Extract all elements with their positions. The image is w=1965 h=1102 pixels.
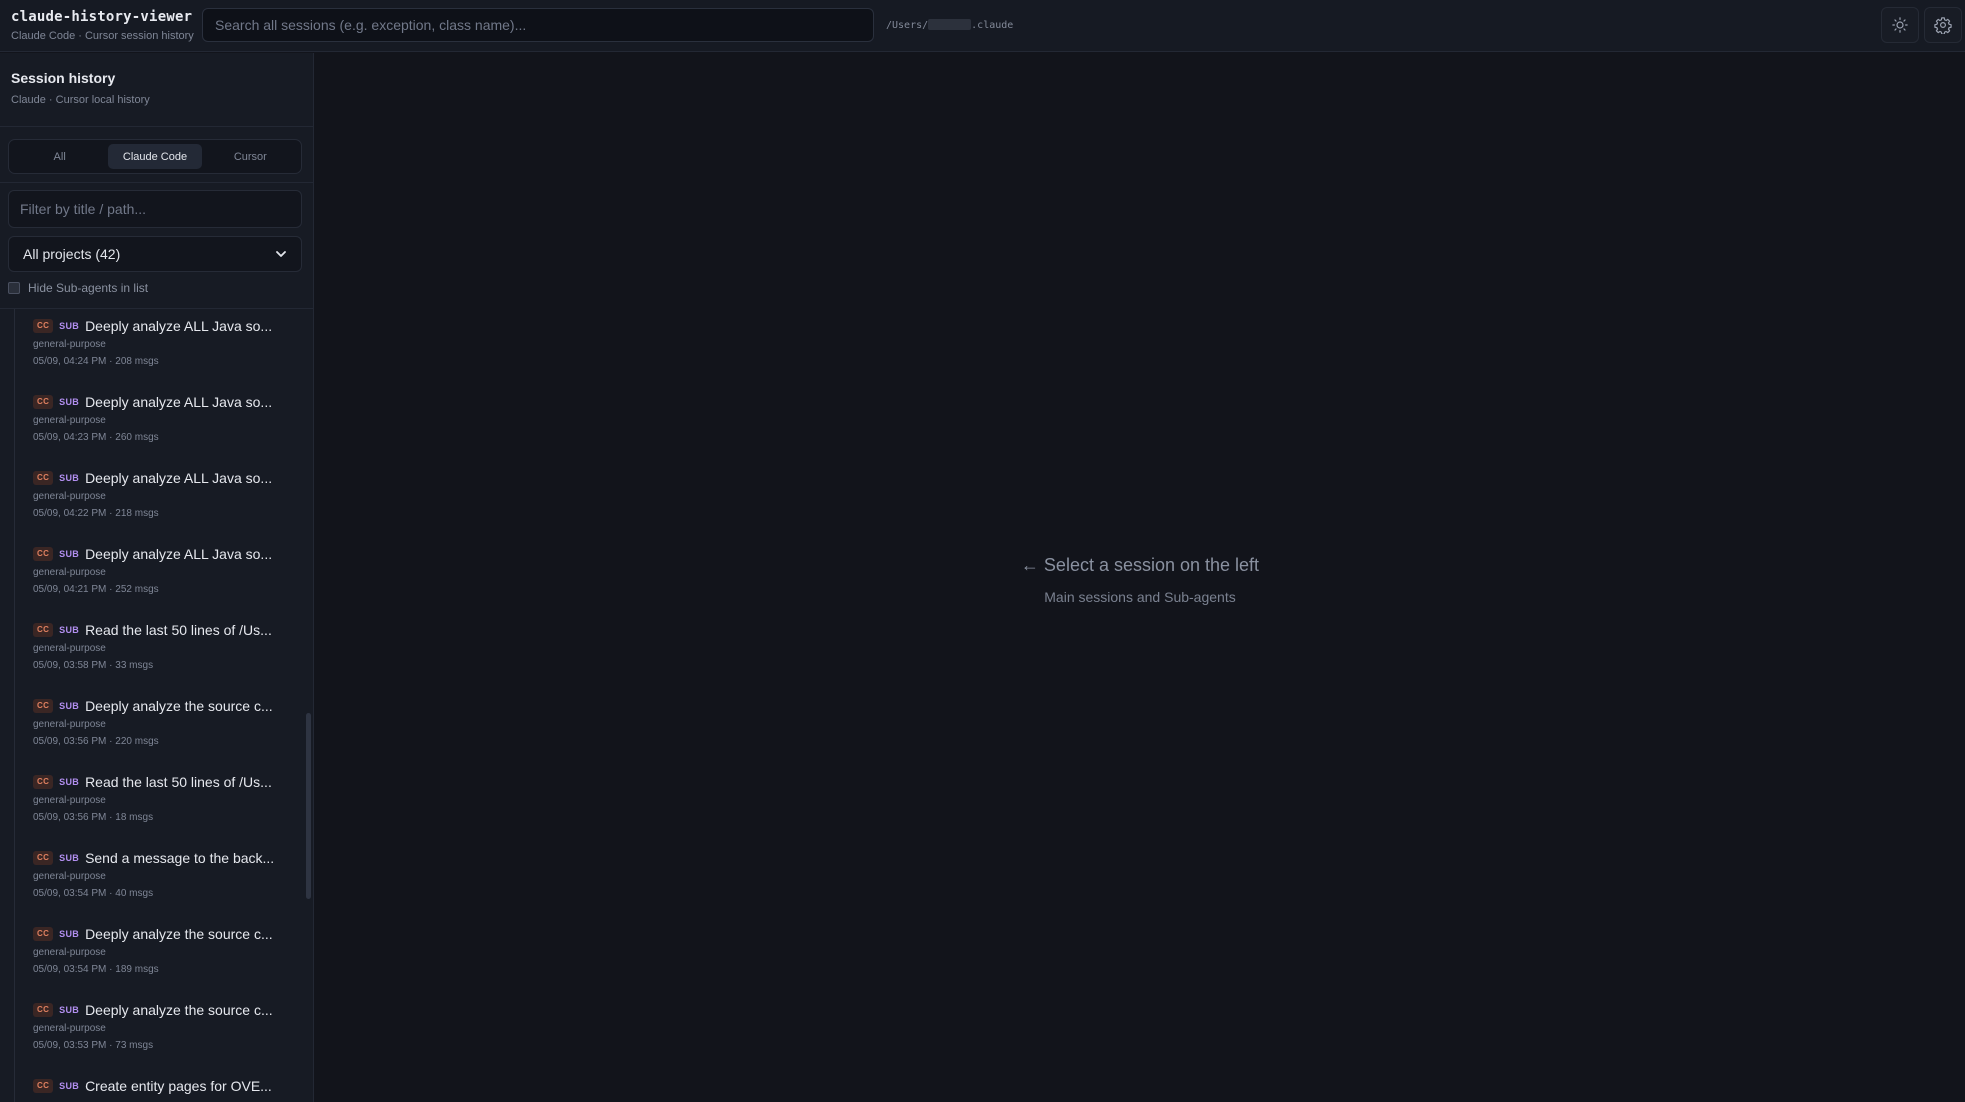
sidebar-subtitle: Claude · Cursor local history <box>11 94 150 106</box>
app-title: claude-history-viewer <box>11 9 193 25</box>
session-agent: general-purpose <box>33 491 106 502</box>
session-item[interactable]: CC SUB Read the last 50 lines of /Us... … <box>15 765 304 841</box>
sidebar-scrollbar[interactable] <box>306 713 311 899</box>
tab-all[interactable]: All <box>13 144 106 169</box>
sub-badge: SUB <box>59 1005 80 1015</box>
session-item[interactable]: CC SUB Deeply analyze the source c... ge… <box>15 917 304 993</box>
session-list: CC SUB Deeply analyze ALL Java so... gen… <box>14 309 304 1102</box>
sub-badge: SUB <box>59 929 80 939</box>
session-item[interactable]: CC SUB Deeply analyze ALL Java so... gen… <box>15 461 304 537</box>
session-title: Deeply analyze ALL Java so... <box>85 318 273 334</box>
cc-badge: CC <box>33 699 54 713</box>
cc-badge: CC <box>33 547 54 561</box>
session-meta: 05/09, 03:58 PM · 33 msgs <box>33 660 154 671</box>
session-title: Read the last 50 lines of /Us... <box>85 622 272 638</box>
session-item[interactable]: CC SUB Deeply analyze the source c... ge… <box>15 689 304 765</box>
sub-badge: SUB <box>59 473 80 483</box>
sub-badge: SUB <box>59 549 80 559</box>
path-prefix: /Users/ <box>886 20 929 31</box>
sidebar-header: Session history Claude · Cursor local hi… <box>0 53 313 127</box>
session-agent: general-purpose <box>33 871 106 882</box>
empty-state-subtitle: Main sessions and Sub-agents <box>1044 589 1236 605</box>
session-meta: 05/09, 04:21 PM · 252 msgs <box>33 584 159 595</box>
sub-badge: SUB <box>59 701 80 711</box>
cc-badge: CC <box>33 623 54 637</box>
hide-subagents-label[interactable]: Hide Sub-agents in list <box>28 281 148 295</box>
cc-badge: CC <box>33 395 54 409</box>
sun-icon <box>1892 17 1908 33</box>
source-tabs: All Claude Code Cursor <box>8 139 302 174</box>
session-meta: 05/09, 04:24 PM · 208 msgs <box>33 356 159 367</box>
session-agent: general-purpose <box>33 415 106 426</box>
gear-icon <box>1934 17 1952 34</box>
redacted-username <box>928 19 972 30</box>
cc-badge: CC <box>33 927 54 941</box>
session-meta: 05/09, 03:54 PM · 40 msgs <box>33 888 154 899</box>
hide-subagents-checkbox[interactable] <box>8 282 20 294</box>
session-title: Deeply analyze ALL Java so... <box>85 394 273 410</box>
session-meta: 05/09, 04:23 PM · 260 msgs <box>33 432 159 443</box>
session-meta: 05/09, 03:56 PM · 220 msgs <box>33 736 159 747</box>
session-title: Read the last 50 lines of /Us... <box>85 774 272 790</box>
cc-badge: CC <box>33 471 54 485</box>
project-select[interactable]: All projects (42) <box>8 236 302 272</box>
empty-state-title: ← Select a session on the left <box>1020 555 1260 575</box>
session-title: Deeply analyze ALL Java so... <box>85 546 273 562</box>
cc-badge: CC <box>33 1079 54 1093</box>
session-agent: general-purpose <box>33 339 106 350</box>
session-item[interactable]: CC SUB Deeply analyze the source c... ge… <box>15 993 304 1069</box>
app-subtitle: Claude Code · Cursor session history <box>11 30 194 42</box>
history-path: /Users/ .claude <box>886 19 1013 31</box>
session-agent: general-purpose <box>33 643 106 654</box>
hide-subagents-option: Hide Sub-agents in list <box>8 281 148 295</box>
global-search-input[interactable] <box>202 8 874 42</box>
brand: claude-history-viewer Claude Code · Curs… <box>11 9 194 42</box>
theme-toggle-button[interactable] <box>1881 7 1919 43</box>
session-meta: 05/09, 03:56 PM · 18 msgs <box>33 812 154 823</box>
session-agent: general-purpose <box>33 947 106 958</box>
tab-claude-code[interactable]: Claude Code <box>108 144 202 169</box>
session-title: Deeply analyze the source c... <box>85 698 273 714</box>
project-select-value: All projects (42) <box>23 246 121 262</box>
session-meta: 05/09, 04:22 PM · 218 msgs <box>33 508 159 519</box>
empty-state: ← Select a session on the left Main sess… <box>315 555 1965 605</box>
sub-badge: SUB <box>59 777 80 787</box>
path-suffix: .claude <box>971 20 1014 31</box>
filter-input[interactable] <box>8 190 302 228</box>
cc-badge: CC <box>33 851 54 865</box>
sub-badge: SUB <box>59 1081 80 1091</box>
session-title: Deeply analyze the source c... <box>85 1002 273 1018</box>
session-title: Deeply analyze the source c... <box>85 926 273 942</box>
session-item[interactable]: CC SUB Deeply analyze ALL Java so... gen… <box>15 385 304 461</box>
chevron-down-icon <box>275 248 287 260</box>
session-item[interactable]: CC SUB Deeply analyze ALL Java so... gen… <box>15 309 304 385</box>
session-item[interactable]: CC SUB Read the last 50 lines of /Us... … <box>15 613 304 689</box>
sub-badge: SUB <box>59 853 80 863</box>
session-agent: general-purpose <box>33 795 106 806</box>
sub-badge: SUB <box>59 397 80 407</box>
sidebar: Session history Claude · Cursor local hi… <box>0 53 314 1102</box>
sub-badge: SUB <box>59 321 80 331</box>
divider <box>0 182 313 183</box>
session-meta: 05/09, 03:53 PM · 73 msgs <box>33 1040 154 1051</box>
session-meta: 05/09, 03:54 PM · 189 msgs <box>33 964 159 975</box>
settings-button[interactable] <box>1924 7 1962 43</box>
top-bar: claude-history-viewer Claude Code · Curs… <box>0 0 1965 52</box>
session-title: Create entity pages for OVE... <box>85 1078 272 1094</box>
cc-badge: CC <box>33 319 54 333</box>
sidebar-title: Session history <box>11 70 116 86</box>
main-panel: ← Select a session on the left Main sess… <box>315 53 1965 1102</box>
session-agent: general-purpose <box>33 1023 106 1034</box>
session-agent: general-purpose <box>33 719 106 730</box>
session-item[interactable]: CC SUB Create entity pages for OVE... <box>15 1069 304 1102</box>
session-title: Deeply analyze ALL Java so... <box>85 470 273 486</box>
cc-badge: CC <box>33 775 54 789</box>
cc-badge: CC <box>33 1003 54 1017</box>
session-item[interactable]: CC SUB Deeply analyze ALL Java so... gen… <box>15 537 304 613</box>
session-title: Send a message to the back... <box>85 850 275 866</box>
session-agent: general-purpose <box>33 567 106 578</box>
session-item[interactable]: CC SUB Send a message to the back... gen… <box>15 841 304 917</box>
sub-badge: SUB <box>59 625 80 635</box>
tab-cursor[interactable]: Cursor <box>204 144 297 169</box>
